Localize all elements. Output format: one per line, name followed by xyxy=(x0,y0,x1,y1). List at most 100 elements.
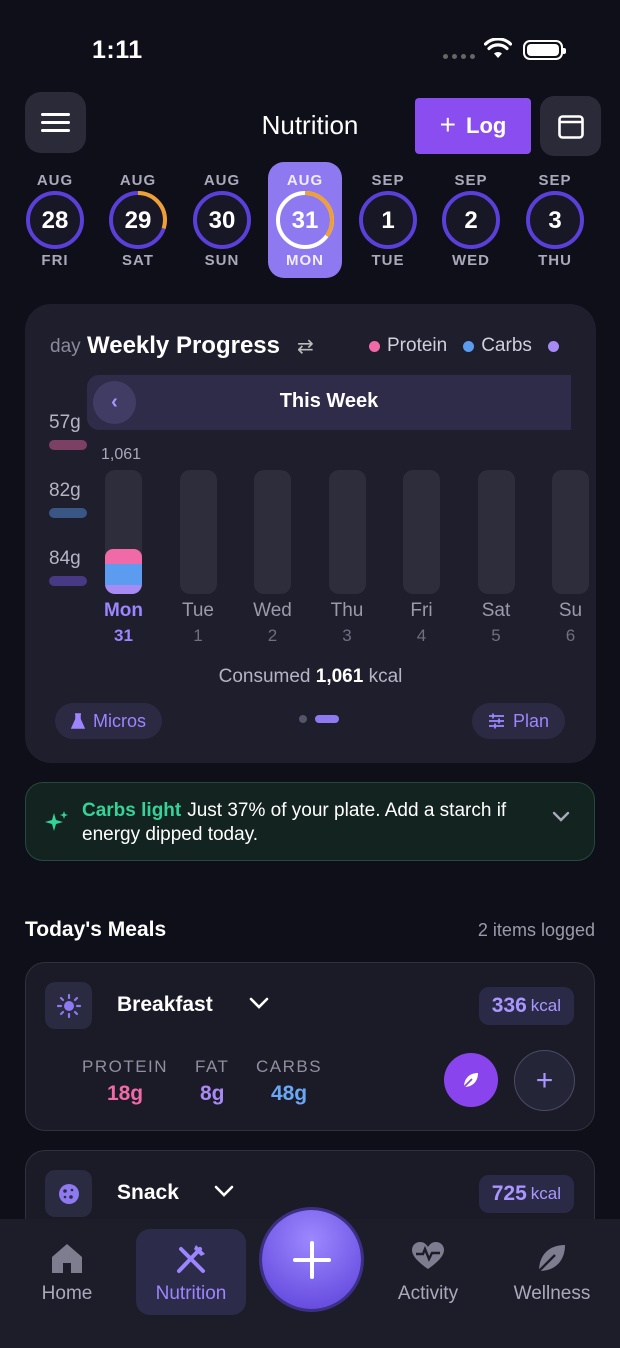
plus-icon: + xyxy=(439,108,457,140)
day-weekday: SUN xyxy=(204,252,240,269)
bar-day-label: Sat xyxy=(481,600,511,621)
macro-label: FAT xyxy=(195,1057,230,1076)
bar-track xyxy=(179,470,217,594)
day-1[interactable]: SEP 1 TUE xyxy=(351,162,425,278)
plus-icon xyxy=(292,1240,331,1279)
log-button[interactable]: + Log xyxy=(415,98,531,154)
side-value-label: 82g xyxy=(49,480,81,501)
flask-icon xyxy=(71,713,85,729)
day-number: 3 xyxy=(548,207,562,234)
day-3[interactable]: SEP 3 THU xyxy=(518,162,592,278)
meals-section-title: Today's Meals xyxy=(25,918,167,941)
day-2[interactable]: SEP 2 WED xyxy=(434,162,508,278)
bar-segment xyxy=(105,564,142,586)
bar-date-label: 1 xyxy=(193,626,203,645)
bar-day-label: Mon xyxy=(103,600,144,621)
day-month: AUG xyxy=(286,172,324,189)
sun-icon xyxy=(45,982,92,1029)
chevron-down-icon[interactable] xyxy=(249,997,269,1011)
day-selector: AUG 28 FRI AUG 29 SAT AUG 30 SUN AUG 31 MON SEP 1 TUE S… xyxy=(0,162,620,280)
day-weekday: TUE xyxy=(371,252,405,269)
legend-item: Protein xyxy=(369,335,447,357)
weekly-progress-card: day Weekly Progress ⇄ Protein Carbs 57g 82… xyxy=(25,304,596,763)
consumed-value: 1,061 xyxy=(315,666,364,687)
day-month: AUG xyxy=(119,172,157,189)
add-food-button[interactable]: + xyxy=(514,1050,575,1111)
bar-segment xyxy=(105,585,142,594)
tab-wellness[interactable]: Wellness xyxy=(497,1229,607,1315)
plus-icon: + xyxy=(535,1063,554,1097)
consumed-summary: Consumed 1,061 kcal xyxy=(25,666,596,688)
micros-button[interactable]: Micros xyxy=(55,703,162,739)
side-value-label: 84g xyxy=(49,548,81,569)
utensils-icon xyxy=(177,1245,205,1273)
cookie-icon xyxy=(45,1170,92,1217)
side-value-bar xyxy=(49,508,87,518)
page-indicator xyxy=(299,715,339,723)
macro-value: 18g xyxy=(106,1082,144,1105)
side-value-label: 57g xyxy=(49,412,81,433)
week-header: ‹ This Week xyxy=(87,375,571,430)
legend-item xyxy=(547,340,566,352)
side-value-bar xyxy=(49,440,87,450)
macro-label: CARBS xyxy=(256,1057,323,1076)
day-30[interactable]: AUG 30 SUN xyxy=(185,162,259,278)
day-number: 31 xyxy=(291,207,319,234)
macro-fat: FAT 8g xyxy=(195,1057,229,1106)
legend-label: Carbs xyxy=(481,335,532,356)
tab-nutrition[interactable]: Nutrition xyxy=(136,1229,246,1315)
consumed-prefix: Consumed xyxy=(218,666,311,687)
heart-pulse-icon xyxy=(412,1242,444,1269)
tip-highlight: Carbs light xyxy=(82,800,182,821)
bar-track xyxy=(477,470,515,594)
suggest-button[interactable] xyxy=(444,1053,498,1107)
quick-add-button[interactable] xyxy=(262,1210,361,1309)
day-month: SEP xyxy=(538,172,572,189)
menu-button[interactable] xyxy=(25,92,86,153)
bar-track xyxy=(552,470,589,594)
meal-kcal-badge: 336 kcal xyxy=(478,987,574,1025)
bar-track xyxy=(403,470,440,594)
meal-card-breakfast[interactable]: Breakfast 336 kcal PROTEIN 18g FAT 8g CAR… xyxy=(25,962,595,1131)
bar-date-label: 2 xyxy=(267,626,278,645)
calendar-icon xyxy=(557,115,584,139)
day-month: SEP xyxy=(371,172,405,189)
chart-title: Weekly Progress xyxy=(87,332,280,359)
swap-icon[interactable]: ⇄ xyxy=(297,334,314,359)
meal-kcal-unit: kcal xyxy=(530,996,561,1015)
chevron-down-icon[interactable] xyxy=(552,811,570,823)
leaf-icon xyxy=(463,1073,478,1088)
plan-button[interactable]: Plan xyxy=(472,703,566,739)
tab-home[interactable]: Home xyxy=(12,1229,122,1315)
day-weekday: MON xyxy=(286,252,324,269)
chart-legend: Protein Carbs xyxy=(369,335,574,357)
day-29[interactable]: AUG 29 SAT xyxy=(101,162,175,278)
meal-name: Snack xyxy=(117,1181,179,1204)
day-28[interactable]: AUG 28 FRI xyxy=(18,162,92,278)
log-button-label: Log xyxy=(466,113,507,138)
bar-day-label: Tue xyxy=(181,600,215,621)
chevron-down-icon[interactable] xyxy=(214,1185,234,1199)
battery-icon xyxy=(523,40,566,60)
calendar-button[interactable] xyxy=(540,96,601,156)
status-bar: 1:11 xyxy=(0,0,620,90)
leaf-icon xyxy=(538,1245,565,1272)
tab-activity[interactable]: Activity xyxy=(373,1229,483,1315)
day-weekday: SAT xyxy=(122,252,154,269)
carbs-tip-banner[interactable]: Carbs light Just 37% of your plate. Add a… xyxy=(25,782,595,861)
meal-kcal-unit: kcal xyxy=(530,1184,561,1203)
bar-day-label: Thu xyxy=(330,600,364,621)
legend-dot xyxy=(463,340,475,352)
day-number: 29 xyxy=(124,207,152,234)
plan-label: Plan xyxy=(513,710,550,731)
macro-value: 8g xyxy=(199,1082,225,1105)
bar-segment xyxy=(105,549,142,565)
bar-date-label: 31 xyxy=(114,626,133,645)
side-value: 84g xyxy=(49,548,87,616)
day-31[interactable]: AUG 31 MON xyxy=(268,162,342,278)
tip-text: Carbs light Just 37% of your plate. Add a… xyxy=(82,799,532,847)
bar-track xyxy=(254,470,291,594)
tab-label: Home xyxy=(41,1283,93,1304)
meal-kcal-value: 725 xyxy=(491,1182,527,1205)
micros-label: Micros xyxy=(93,710,146,731)
